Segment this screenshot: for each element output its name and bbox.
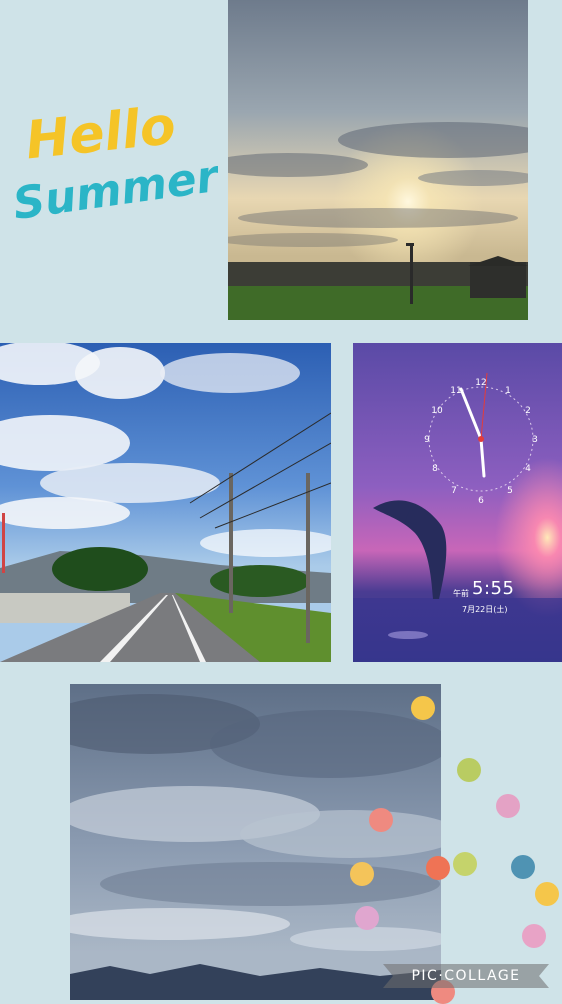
country-road-photo bbox=[0, 343, 331, 662]
svg-text:12: 12 bbox=[475, 378, 486, 388]
confetti-dot bbox=[496, 794, 520, 818]
confetti-dot bbox=[355, 906, 379, 930]
svg-text:11: 11 bbox=[450, 386, 461, 396]
pic-collage-watermark: PIC·COLLAGE bbox=[383, 964, 549, 988]
confetti-dot bbox=[511, 855, 535, 879]
svg-text:8: 8 bbox=[432, 464, 438, 474]
clock-ampm: 午前 bbox=[453, 589, 469, 598]
svg-text:9: 9 bbox=[424, 435, 430, 445]
hello-summer-sticker: Hello Summer bbox=[8, 88, 218, 228]
svg-text:7: 7 bbox=[451, 486, 457, 496]
confetti-dot bbox=[411, 696, 435, 720]
confetti-dot bbox=[350, 862, 374, 886]
confetti-dot bbox=[522, 924, 546, 948]
clock-date: 7月22日(土) bbox=[462, 605, 508, 614]
svg-text:3: 3 bbox=[532, 435, 538, 445]
confetti-dot bbox=[426, 856, 450, 880]
svg-text:5: 5 bbox=[507, 486, 513, 496]
svg-text:6: 6 bbox=[478, 496, 484, 506]
confetti-dot bbox=[369, 808, 393, 832]
svg-text:1: 1 bbox=[505, 386, 511, 396]
svg-text:10: 10 bbox=[431, 406, 443, 416]
svg-text:4: 4 bbox=[525, 464, 531, 474]
confetti-dot bbox=[453, 852, 477, 876]
watermark-text: PIC·COLLAGE bbox=[411, 968, 521, 984]
confetti-dot bbox=[535, 882, 559, 906]
confetti-dot bbox=[457, 758, 481, 782]
dolphin-lockscreen-photo: 12 6 9 3 1 2 4 5 7 8 10 11 bbox=[353, 343, 562, 662]
svg-text:2: 2 bbox=[525, 406, 531, 416]
sunset-field-photo bbox=[228, 0, 528, 320]
clock-time: 5:55 bbox=[472, 578, 515, 599]
cloudy-sky-photo bbox=[70, 684, 441, 1000]
